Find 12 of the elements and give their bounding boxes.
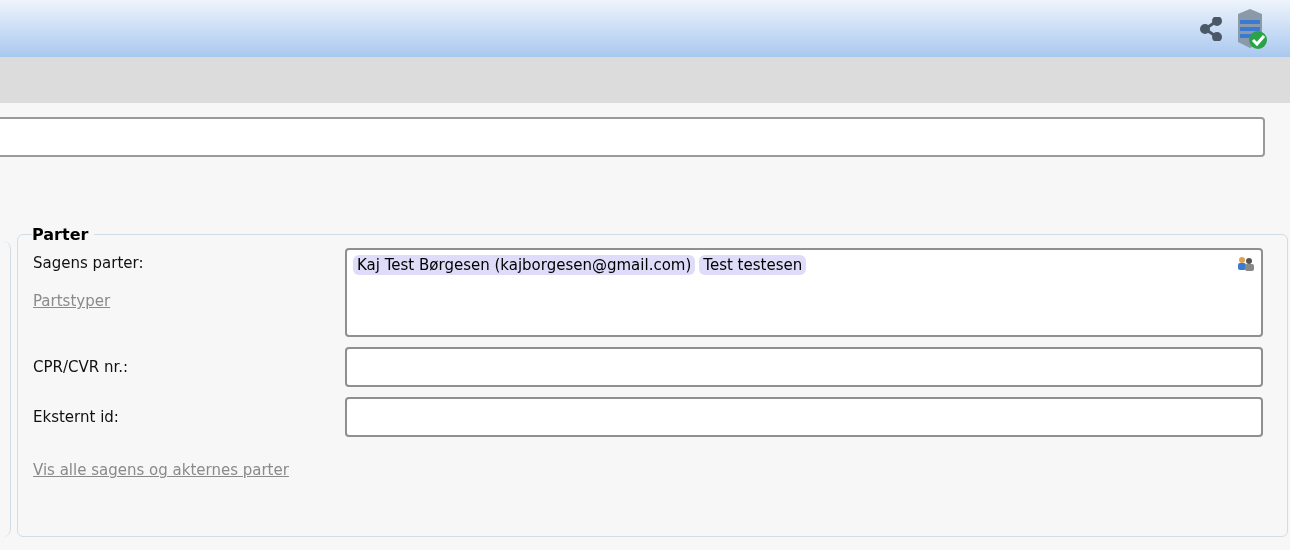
parties-field[interactable]: Kaj Test Børgesen (kajborgesen@gmail.com) Test testesen (345, 248, 1263, 337)
field-label: Sagens parter: (33, 254, 145, 272)
party-tag[interactable]: Test testesen (699, 255, 807, 275)
party-tag[interactable]: Kaj Test Børgesen (kajborgesen@gmail.com) (353, 255, 696, 275)
field-label: CPR/CVR nr.: (33, 358, 129, 376)
external-id-field[interactable] (345, 397, 1263, 437)
group-title: Parter (32, 225, 90, 244)
text-field[interactable] (0, 117, 1265, 157)
cpr-field[interactable] (345, 347, 1263, 387)
share-icon[interactable] (1200, 16, 1222, 41)
field-label: Eksternt id: (33, 408, 119, 426)
people-icon[interactable] (1237, 255, 1255, 271)
